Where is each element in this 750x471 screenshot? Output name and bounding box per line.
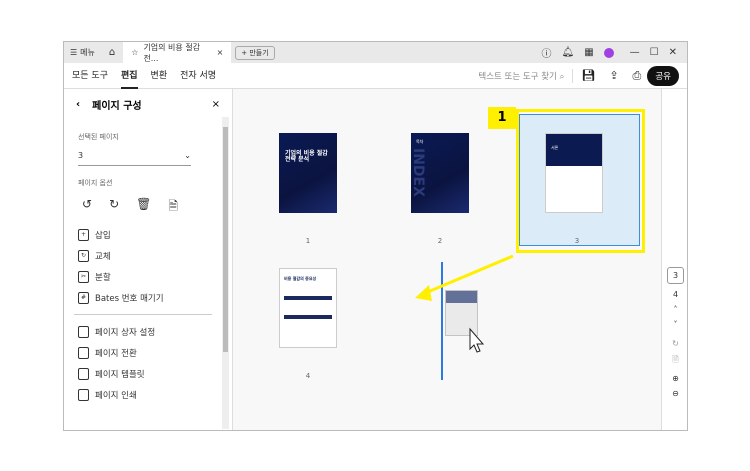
replace-page-icon: ↻ — [78, 249, 89, 262]
divider — [74, 314, 212, 315]
close-tab-icon[interactable]: × — [217, 48, 224, 57]
page-options-label: 페이지 옵션 — [78, 179, 113, 187]
selected-pages-label: 선택된 페이지 — [78, 133, 119, 141]
print-page-icon — [78, 388, 89, 401]
upload-icon[interactable]: ⇪ — [609, 69, 618, 82]
page-transition-item[interactable]: 페이지 전환 — [78, 342, 222, 363]
next-page-number[interactable]: 4 — [673, 290, 678, 299]
insert-item[interactable]: + 삽입 — [78, 224, 222, 245]
chevron-up-icon[interactable]: ˄ — [674, 305, 678, 314]
share-button[interactable]: 공유 — [647, 65, 679, 86]
insert-label: 삽입 — [95, 230, 111, 241]
page-thumbnails-area: 기업의 비용 절감 전략 분석 1 목차 INDEX 2 1 서론 3 비용 절… — [233, 89, 661, 430]
bell-icon[interactable]: 🔔︎ — [561, 47, 574, 58]
selected-pages-value: 3 — [78, 151, 84, 160]
close-panel-icon[interactable]: × — [212, 99, 220, 110]
zoom-in-icon[interactable]: ⊕ — [672, 374, 679, 383]
home-icon[interactable]: ⌂ — [101, 47, 123, 58]
panel-title: 페이지 구성 — [92, 101, 142, 112]
menu-button[interactable]: ☰ 메뉴 — [64, 47, 101, 58]
menu-label: 메뉴 — [80, 48, 95, 57]
document-icon[interactable]: 🗎︎ — [672, 354, 678, 368]
maximize-icon[interactable]: ☐ — [650, 47, 659, 58]
rotate-icon[interactable]: ↻ — [672, 339, 679, 348]
split-item[interactable]: ✂ 분할 — [78, 266, 222, 287]
page-transition-label: 페이지 전환 — [95, 348, 137, 359]
minimize-icon[interactable]: — — [630, 47, 640, 58]
right-rail: 3 4 ˄ ˅ ↻ 🗎︎ ⊕ ⊖ — [661, 89, 687, 430]
chevron-down-icon: ⌄ — [184, 151, 191, 160]
search-placeholder: 텍스트 또는 도구 찾기 — [478, 71, 557, 82]
new-tab-button[interactable]: + 만들기 — [235, 45, 275, 60]
hamburger-icon: ☰ — [70, 48, 78, 57]
page-box-item[interactable]: 페이지 상자 설정 — [78, 321, 222, 342]
page-print-label: 페이지 인쇄 — [95, 390, 137, 401]
split-page-icon: ✂ — [78, 270, 89, 283]
transition-icon — [78, 346, 89, 359]
close-window-icon[interactable]: ✕ — [669, 47, 677, 58]
print-icon[interactable]: ⎙ — [633, 69, 642, 83]
replace-item[interactable]: ↻ 교체 — [78, 245, 222, 266]
extract-icon[interactable]: 🗎︎ — [168, 197, 178, 218]
save-icon[interactable]: 💾︎ — [581, 69, 595, 82]
tab-e-sign[interactable]: 전자 서명 — [180, 63, 216, 89]
rotate-left-icon[interactable]: ↺ — [82, 197, 92, 218]
bates-icon: # — [78, 291, 89, 304]
panel-scrollbar[interactable] — [222, 117, 229, 429]
main-toolbar: 모든 도구 편집 변환 전자 서명 텍스트 또는 도구 찾기 ⌕ 💾︎ ⇪ ⎙ 공유 — [64, 63, 687, 89]
tab-edit[interactable]: 편집 — [120, 63, 138, 89]
chevron-down-icon[interactable]: ˅ — [674, 320, 678, 329]
apps-grid-icon[interactable]: ▦ — [584, 47, 593, 58]
insert-page-icon: + — [78, 228, 89, 241]
search-input[interactable]: 텍스트 또는 도구 찾기 ⌕ — [478, 70, 564, 82]
split-label: 분할 — [95, 272, 111, 283]
selected-pages-dropdown[interactable]: 3 ⌄ — [78, 151, 191, 166]
annotation-arrow — [415, 254, 514, 353]
bates-label: Bates 번호 매기기 — [95, 293, 164, 304]
page-print-item[interactable]: 페이지 인쇄 — [78, 384, 222, 405]
avatar[interactable] — [603, 47, 614, 58]
tab-all-tools[interactable]: 모든 도구 — [72, 63, 108, 89]
organize-pages-panel: ‹ 페이지 구성 × 선택된 페이지 3 ⌄ 페이지 옵션 ↺ ↻ 🗑︎ 🗎︎ + 삽입… — [64, 89, 233, 430]
zoom-out-icon[interactable]: ⊖ — [672, 389, 679, 398]
search-icon: ⌕ — [559, 71, 565, 82]
document-tab[interactable]: ☆ 기업의 비용 절감 전... × — [123, 42, 232, 63]
page-box-icon — [78, 325, 89, 338]
title-bar: ☰ 메뉴 ⌂ ☆ 기업의 비용 절감 전... × + 만들기 ⓘ 🔔︎ ▦ — ☐ … — [64, 42, 687, 63]
replace-label: 교체 — [95, 251, 111, 262]
cursor-icon — [469, 327, 485, 353]
rotate-right-icon[interactable]: ↻ — [109, 197, 119, 218]
tab-convert[interactable]: 변환 — [151, 63, 168, 89]
template-icon — [78, 367, 89, 380]
page-template-item[interactable]: 페이지 템플릿 — [78, 363, 222, 384]
scroll-thumb[interactable] — [223, 127, 228, 352]
star-icon[interactable]: ☆ — [131, 48, 138, 57]
tab-title: 기업의 비용 절감 전... — [143, 42, 201, 63]
app-window: ☰ 메뉴 ⌂ ☆ 기업의 비용 절감 전... × + 만들기 ⓘ 🔔︎ ▦ — ☐ … — [63, 41, 688, 431]
back-icon[interactable]: ‹ — [76, 99, 80, 110]
new-tab-label: 만들기 — [249, 48, 269, 57]
page-box-label: 페이지 상자 설정 — [95, 327, 156, 338]
bates-item[interactable]: # Bates 번호 매기기 — [78, 287, 222, 308]
current-page-indicator[interactable]: 3 — [667, 267, 684, 284]
page-template-label: 페이지 템플릿 — [95, 369, 145, 380]
help-icon[interactable]: ⓘ — [541, 45, 551, 60]
delete-icon[interactable]: 🗑︎ — [136, 197, 151, 218]
